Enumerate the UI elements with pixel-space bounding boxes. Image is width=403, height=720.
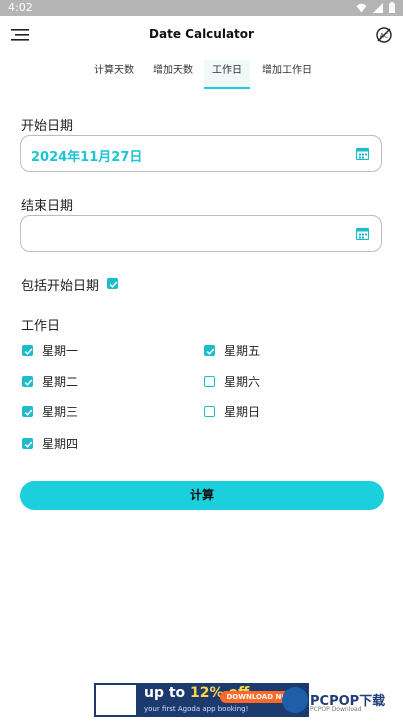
checkbox-thursday[interactable] xyxy=(22,438,33,449)
day-label-saturday: 星期六 xyxy=(224,375,261,389)
include-start-label: 包括开始日期 xyxy=(21,279,100,294)
start-date-value: 2024年11月27日 xyxy=(31,150,143,165)
status-icons xyxy=(356,2,395,13)
day-label-wednesday: 星期三 xyxy=(42,405,79,419)
check-icon xyxy=(24,409,33,416)
app-bar: Date Calculator AC xyxy=(0,16,403,54)
calculate-button[interactable]: 计算 xyxy=(20,481,384,510)
ad-subtitle: your first Agoda app booking! xyxy=(144,705,249,713)
status-time: 4:02 xyxy=(8,1,33,14)
check-icon xyxy=(206,348,215,355)
signal-icon xyxy=(373,2,383,13)
ad-thumbnail xyxy=(96,685,136,715)
checkbox-monday[interactable] xyxy=(22,345,33,356)
tab-workdays[interactable]: 工作日 xyxy=(204,60,250,89)
status-bar: 4:02 xyxy=(0,0,403,16)
check-icon xyxy=(24,379,33,386)
end-date-field[interactable] xyxy=(20,215,382,252)
day-label-thursday: 星期四 xyxy=(42,437,79,451)
day-label-monday: 星期一 xyxy=(42,344,79,358)
checkbox-friday[interactable] xyxy=(204,345,215,356)
watermark: PCPOP下载 PCPOP Download xyxy=(280,684,403,718)
calendar-icon[interactable] xyxy=(356,227,369,240)
start-date-field[interactable]: 2024年11月27日 xyxy=(20,135,382,172)
tab-add-workdays[interactable]: 增加工作日 xyxy=(254,60,320,87)
tab-bar: 计算天数 增加天数 工作日 增加工作日 xyxy=(0,60,403,89)
checkbox-sunday[interactable] xyxy=(204,406,215,417)
watermark-subtext: PCPOP Download xyxy=(310,706,362,713)
day-label-friday: 星期五 xyxy=(224,344,261,358)
end-date-label: 结束日期 xyxy=(21,199,74,214)
checkbox-saturday[interactable] xyxy=(204,376,215,387)
ad-banner[interactable]: up to 12% off your first Agoda app booki… xyxy=(94,683,309,717)
ad-headline-pre: up to xyxy=(144,685,191,701)
svg-text:AC: AC xyxy=(380,33,388,40)
start-date-label: 开始日期 xyxy=(21,119,74,134)
day-label-sunday: 星期日 xyxy=(224,405,261,419)
checkbox-tuesday[interactable] xyxy=(22,376,33,387)
watermark-logo-icon xyxy=(282,687,308,713)
calendar-icon[interactable] xyxy=(356,147,369,160)
checkbox-wednesday[interactable] xyxy=(22,406,33,417)
check-icon xyxy=(24,441,33,448)
tab-calculate-days[interactable]: 计算天数 xyxy=(86,60,142,87)
app-title: Date Calculator xyxy=(149,27,254,41)
battery-icon xyxy=(389,2,395,13)
wifi-icon xyxy=(356,3,367,12)
include-start-checkbox[interactable] xyxy=(107,278,118,289)
workdays-label: 工作日 xyxy=(21,319,61,334)
check-icon xyxy=(24,348,33,355)
clear-icon[interactable]: AC xyxy=(375,26,393,44)
check-icon xyxy=(109,281,118,288)
tab-add-days[interactable]: 增加天数 xyxy=(145,60,201,87)
day-label-tuesday: 星期二 xyxy=(42,375,79,389)
